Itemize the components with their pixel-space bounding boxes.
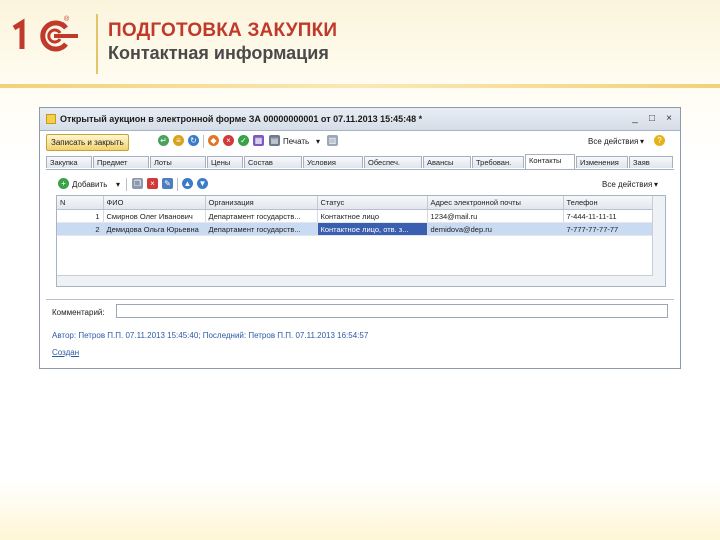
cell-name[interactable]: Демидова Ольга Юрьевна [103, 222, 206, 236]
goods-icon[interactable]: ▦ [253, 135, 264, 146]
cell-email[interactable]: 1234@mail.ru [427, 209, 564, 223]
add-icon[interactable]: + [58, 178, 69, 189]
cell-phone[interactable]: 7-444-11-11-11 [563, 209, 654, 223]
created-link[interactable]: Создан [52, 348, 79, 357]
print-dropdown-icon[interactable]: ▾ [316, 137, 320, 146]
print-button[interactable]: Печать [283, 137, 309, 146]
column-header-phone[interactable]: Телефон [563, 196, 654, 210]
tab-baseline [46, 169, 674, 170]
minimize-button[interactable]: _ [628, 112, 642, 125]
header-rule [0, 84, 720, 88]
move-down-icon[interactable]: ▼ [197, 178, 208, 189]
comment-field[interactable] [116, 304, 668, 318]
copy-icon[interactable]: ❐ [132, 178, 143, 189]
cell-email[interactable]: demidova@dep.ru [427, 222, 564, 236]
tab-subject[interactable]: Предмет [93, 156, 149, 168]
section-divider [46, 299, 674, 300]
report-icon[interactable]: ▥ [327, 135, 338, 146]
move-up-icon[interactable]: ▲ [182, 178, 193, 189]
column-header-email[interactable]: Адрес электронной почты [427, 196, 564, 210]
contacts-all-actions-dropdown-icon[interactable]: ▾ [654, 180, 658, 189]
vertical-scrollbar[interactable] [652, 196, 665, 286]
cell-number[interactable]: 2 [57, 222, 104, 236]
tab-composition[interactable]: Состав [244, 156, 302, 168]
document-window: Открытый аукцион в электронной форме ЗА … [39, 107, 681, 369]
column-header-organization[interactable]: Организация [205, 196, 318, 210]
tab-lots[interactable]: Лоты [150, 156, 206, 168]
toolbar-separator [126, 178, 127, 191]
contacts-panel: + Добавить ▾ ❐ × ✎ ▲ ▼ Все действия ▾ N … [50, 175, 670, 287]
window-title: Открытый аукцион в электронной форме ЗА … [60, 114, 423, 124]
cancel-icon[interactable]: × [223, 135, 234, 146]
slide-subtitle: Контактная информация [108, 43, 329, 63]
tab-changes[interactable]: Изменения [576, 156, 628, 168]
tab-purchase[interactable]: Закупка [46, 156, 92, 168]
tab-applications[interactable]: Заяв [629, 156, 673, 168]
tab-securing[interactable]: Обеспеч. [364, 156, 422, 168]
horizontal-scrollbar[interactable] [57, 275, 653, 286]
column-header-status[interactable]: Статус [317, 196, 428, 210]
edit-icon[interactable]: ✎ [162, 178, 173, 189]
print-icon[interactable]: ▤ [269, 135, 280, 146]
cell-number[interactable]: 1 [57, 209, 104, 223]
toolbar-separator [177, 178, 178, 191]
help-icon[interactable]: ? [654, 135, 665, 146]
toolbar-separator [203, 135, 204, 148]
table-header-row: N ФИО Организация Статус Адрес электронн… [57, 196, 654, 210]
all-actions-dropdown-icon[interactable]: ▾ [640, 137, 644, 146]
delete-icon[interactable]: × [147, 178, 158, 189]
column-header-number[interactable]: N [57, 196, 104, 210]
all-actions-menu[interactable]: Все действия [588, 137, 638, 146]
tab-prices[interactable]: Цены [207, 156, 243, 168]
table-row-selected[interactable]: 2 Демидова Ольга Юрьевна Департамент гос… [57, 222, 654, 236]
refresh-icon[interactable]: ↻ [188, 135, 199, 146]
logo-registered-mark: ® [64, 16, 70, 23]
window-titlebar: Открытый аукцион в электронной форме ЗА … [40, 108, 680, 131]
tab-contacts[interactable]: Контакты [525, 154, 575, 169]
window-icon [46, 114, 56, 124]
cell-organization[interactable]: Департамент государств... [205, 222, 318, 236]
contacts-table: N ФИО Организация Статус Адрес электронн… [56, 195, 666, 287]
save-and-close-button[interactable]: Записать и закрыть [46, 134, 129, 151]
slide-title: ПОДГОТОВКА ЗАКУПКИ [108, 20, 338, 41]
tab-advances[interactable]: Авансы [423, 156, 471, 168]
close-button[interactable]: × [662, 112, 676, 125]
cell-phone[interactable]: 7-777-77-77-77 [563, 222, 654, 236]
main-toolbar: Записать и закрыть ↵ ≡ ↻ ◆ × ✓ ▦ ▤ Печат… [40, 131, 680, 153]
post-icon[interactable]: ↵ [158, 135, 169, 146]
tab-conditions[interactable]: Условия [303, 156, 363, 168]
logo-1c-icon [12, 18, 78, 52]
comment-label: Комментарий: [52, 308, 105, 317]
ok-icon[interactable]: ✓ [238, 135, 249, 146]
contacts-all-actions-menu[interactable]: Все действия [602, 180, 652, 189]
cell-name[interactable]: Смирнов Олег Иванович [103, 209, 206, 223]
add-dropdown-icon[interactable]: ▾ [116, 180, 120, 189]
maximize-button[interactable]: □ [645, 112, 659, 125]
cell-status[interactable]: Контактное лицо [317, 209, 428, 223]
cell-organization[interactable]: Департамент государств... [205, 209, 318, 223]
tab-strip: Закупка Предмет Лоты Цены Состав Условия… [46, 154, 674, 170]
author-info: Автор: Петров П.П. 07.11.2013 15:45:40; … [52, 331, 369, 340]
cell-status[interactable]: Контактное лицо, отв. з... [317, 222, 428, 236]
table-row[interactable]: 1 Смирнов Олег Иванович Департамент госу… [57, 209, 654, 223]
stop-icon[interactable]: ◆ [208, 135, 219, 146]
tab-requirements[interactable]: Требован. [472, 156, 524, 168]
column-header-name[interactable]: ФИО [103, 196, 206, 210]
add-button[interactable]: Добавить [72, 180, 107, 189]
header-divider [96, 14, 98, 74]
structure-icon[interactable]: ≡ [173, 135, 184, 146]
contacts-toolbar: + Добавить ▾ ❐ × ✎ ▲ ▼ Все действия ▾ [50, 175, 670, 193]
